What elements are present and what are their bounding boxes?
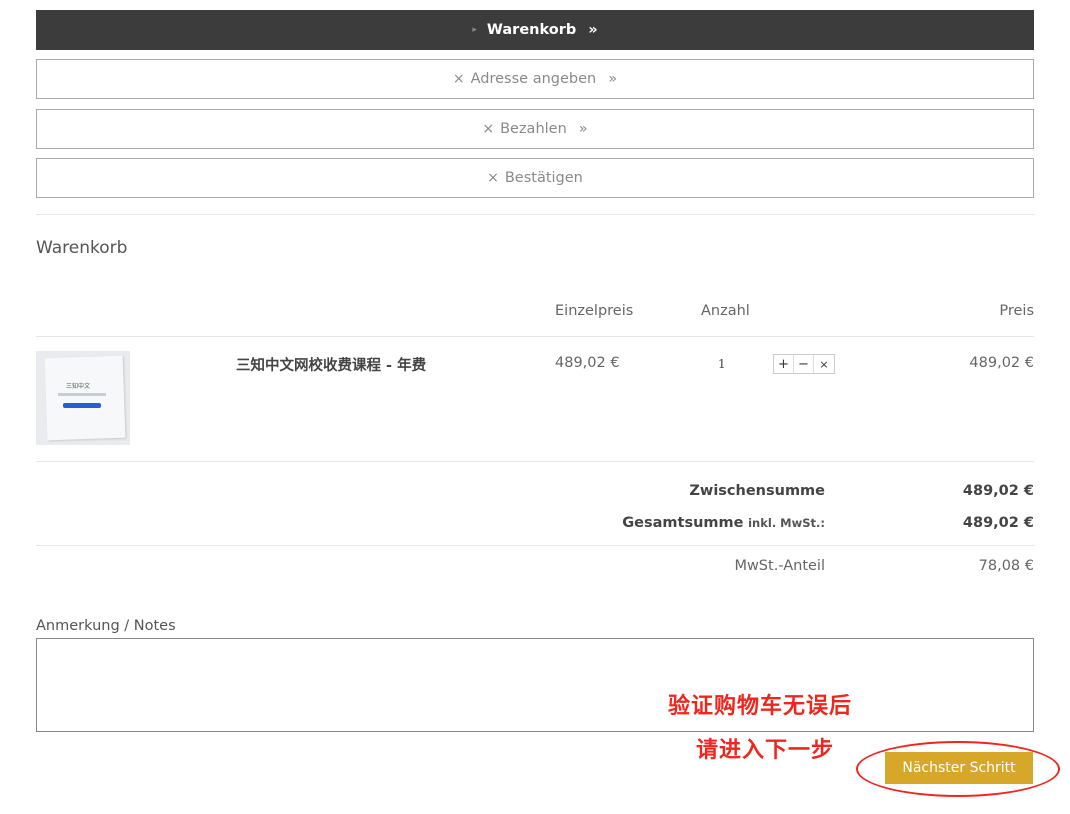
step-payment-label: Bezahlen xyxy=(500,121,567,137)
total-label: Gesamtsumme xyxy=(622,515,744,531)
subtotal-label: Zwischensumme xyxy=(689,483,825,499)
step-confirm-label: Bestätigen xyxy=(504,170,583,186)
item-quantity: 1 xyxy=(718,357,726,371)
divider xyxy=(36,461,1034,462)
divider xyxy=(36,214,1034,215)
thumbnail-button xyxy=(63,403,101,408)
raquo-icon: » xyxy=(588,22,598,38)
thumbnail-page xyxy=(44,355,126,441)
notes-label: Anmerkung / Notes xyxy=(36,618,176,634)
product-thumbnail[interactable]: 三知中文 xyxy=(36,351,130,445)
step-address[interactable]: × Adresse angeben » xyxy=(36,59,1034,99)
divider xyxy=(36,545,1034,546)
step-cart[interactable]: ▸ Warenkorb » xyxy=(36,10,1034,50)
cart-title: Warenkorb xyxy=(36,238,128,258)
minus-icon[interactable]: − xyxy=(794,355,814,373)
total-value: 489,02 € xyxy=(962,515,1034,531)
thumbnail-text-line xyxy=(58,393,106,396)
vat-label: MwSt.-Anteil xyxy=(734,558,825,574)
raquo-icon: » xyxy=(608,71,618,87)
header-price: Preis xyxy=(999,303,1034,319)
notes-textarea[interactable] xyxy=(36,638,1034,732)
header-quantity: Anzahl xyxy=(701,303,750,319)
step-address-label: Adresse angeben xyxy=(470,71,597,87)
total-row-label: Gesamtsumme inkl. MwSt.: xyxy=(622,515,825,531)
triangle-right-icon: ▸ xyxy=(472,25,477,35)
close-icon: × xyxy=(482,121,495,137)
item-unit-price: 489,02 € xyxy=(555,355,620,371)
close-icon: × xyxy=(487,170,499,186)
annotation-line-2: 请进入下一步 xyxy=(696,738,835,763)
header-unit-price: Einzelpreis xyxy=(555,303,634,319)
close-icon: × xyxy=(452,71,465,87)
annotation-line-1: 验证购物车无误后 xyxy=(668,694,853,719)
divider xyxy=(36,336,1034,337)
remove-icon[interactable]: × xyxy=(814,355,834,373)
raquo-icon: » xyxy=(578,121,588,137)
step-cart-label: Warenkorb xyxy=(486,22,577,38)
subtotal-value: 489,02 € xyxy=(962,483,1034,499)
annotation-circle xyxy=(856,741,1060,797)
product-name[interactable]: 三知中文网校收费课程 - 年费 xyxy=(236,354,426,375)
step-confirm[interactable]: × Bestätigen xyxy=(36,158,1034,198)
quantity-stepper: + − × xyxy=(773,354,835,374)
thumbnail-title: 三知中文 xyxy=(66,383,91,390)
item-price: 489,02 € xyxy=(969,355,1034,371)
step-payment[interactable]: × Bezahlen » xyxy=(36,109,1034,149)
vat-value: 78,08 € xyxy=(978,558,1034,574)
plus-icon[interactable]: + xyxy=(774,355,794,373)
total-suffix: inkl. MwSt.: xyxy=(748,516,825,530)
